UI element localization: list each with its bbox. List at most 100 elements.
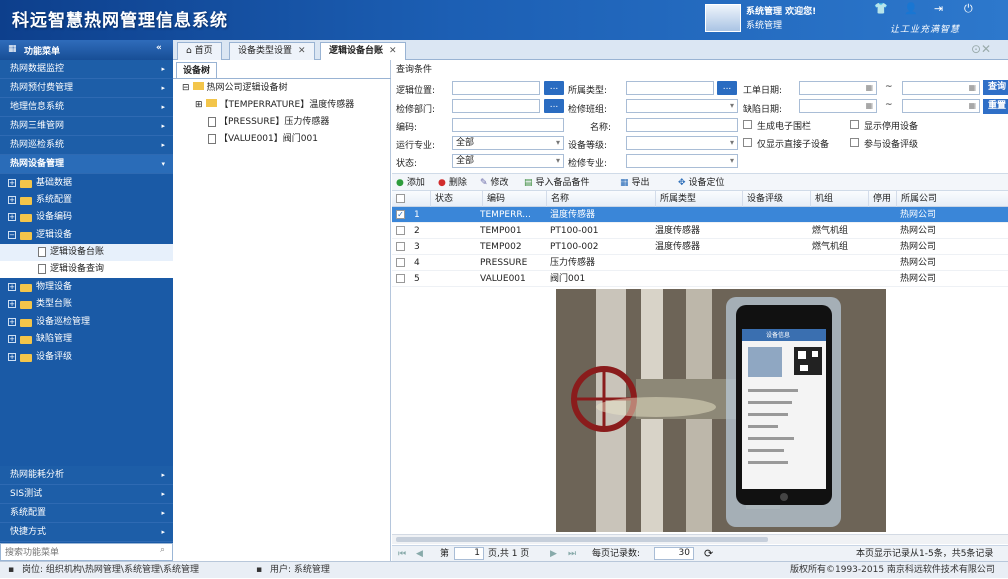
- prev-page-icon[interactable]: ◀: [416, 546, 423, 562]
- show-disabled-checkbox[interactable]: [850, 120, 859, 129]
- tab-home[interactable]: ⌂ 首页: [177, 42, 222, 60]
- location-picker-button[interactable]: ...: [544, 81, 564, 95]
- close-all-icon[interactable]: ⊙✕: [971, 42, 991, 56]
- repair-major-select[interactable]: [626, 154, 738, 168]
- tree-item-logic-query[interactable]: 逻辑设备查询: [0, 261, 173, 278]
- tab-device-type[interactable]: 设备类型设置 ✕: [229, 42, 315, 60]
- exit-icon[interactable]: ⏻: [964, 2, 973, 16]
- expand-icon[interactable]: +: [8, 353, 16, 361]
- tree-root[interactable]: ⊟ 热网公司逻辑设备树: [182, 80, 288, 97]
- dept-input[interactable]: [452, 99, 540, 113]
- collapse-icon[interactable]: «: [156, 43, 162, 53]
- logout-icon[interactable]: ⇥: [934, 2, 943, 15]
- col-type[interactable]: 所属类型: [655, 191, 696, 207]
- tree-item-code[interactable]: + 设备编码: [0, 209, 173, 226]
- table-row[interactable]: 3 TEMP002 PT100-002 温度传感器 燃气机组 热网公司: [392, 239, 1008, 255]
- row-checkbox[interactable]: ✓: [396, 210, 405, 219]
- col-company[interactable]: 所属公司: [896, 191, 937, 207]
- tree-item-logic-ledger[interactable]: 逻辑设备台账: [0, 244, 173, 261]
- sidebar-item-sysconfig[interactable]: 系统配置 ▸: [0, 504, 173, 523]
- tree-item-defect[interactable]: + 缺陷管理: [0, 331, 173, 348]
- col-rating[interactable]: 设备评级: [742, 191, 783, 207]
- tree-node[interactable]: 【PRESSURE】压力传感器: [208, 114, 329, 131]
- expand-icon[interactable]: +: [8, 300, 16, 308]
- page-input[interactable]: 1: [454, 547, 484, 560]
- level-select[interactable]: [626, 136, 738, 150]
- sidebar-search-input[interactable]: [0, 543, 173, 561]
- expand-icon[interactable]: +: [8, 179, 16, 187]
- defect-date-from[interactable]: [799, 99, 877, 113]
- tree-node[interactable]: 【VALUE001】阀门001: [208, 131, 318, 148]
- sidebar-item-3d[interactable]: 热网三维管网 ▸: [0, 117, 173, 136]
- sidebar-item-equipment[interactable]: 热网设备管理 ▾: [0, 155, 173, 174]
- close-icon[interactable]: ✕: [298, 46, 306, 56]
- direct-child-checkbox[interactable]: [743, 138, 752, 147]
- reset-button[interactable]: 重置: [983, 99, 1008, 114]
- sidebar-item-shortcut[interactable]: 快捷方式 ▸: [0, 523, 173, 542]
- expand-icon[interactable]: +: [8, 283, 16, 291]
- defect-date-to[interactable]: [902, 99, 980, 113]
- scroll-thumb[interactable]: [396, 537, 768, 542]
- tree-node[interactable]: ⊞ 【TEMPERRATURE】温度传感器: [195, 97, 354, 114]
- expand-icon[interactable]: +: [8, 213, 16, 221]
- refresh-icon[interactable]: ⟳: [704, 546, 713, 562]
- col-disabled[interactable]: 停用: [868, 191, 891, 207]
- user-icon[interactable]: 👤: [904, 2, 918, 15]
- locate-button[interactable]: ✥ 设备定位: [678, 174, 725, 192]
- tab-logic-ledger[interactable]: 逻辑设备台账 ✕: [320, 42, 406, 60]
- work-date-to[interactable]: [902, 81, 980, 95]
- col-name[interactable]: 名称: [546, 191, 569, 207]
- col-code[interactable]: 编码: [482, 191, 505, 207]
- search-button[interactable]: 查询: [983, 80, 1008, 95]
- tab-device-tree[interactable]: 设备树: [176, 62, 218, 78]
- tree-item-physical[interactable]: + 物理设备: [0, 279, 173, 296]
- first-page-icon[interactable]: ⏮: [398, 546, 406, 562]
- expand-icon[interactable]: +: [8, 335, 16, 343]
- row-checkbox[interactable]: [396, 226, 405, 235]
- row-checkbox[interactable]: [396, 242, 405, 251]
- location-input[interactable]: [452, 81, 540, 95]
- tree-item-logic[interactable]: − 逻辑设备: [0, 227, 173, 244]
- type-picker-button[interactable]: ...: [717, 81, 737, 95]
- delete-button[interactable]: ● 删除: [438, 174, 467, 192]
- search-icon[interactable]: ⌕: [160, 545, 165, 555]
- sidebar-item-energy[interactable]: 热网能耗分析 ▸: [0, 466, 173, 485]
- expand-icon[interactable]: +: [8, 196, 16, 204]
- fence-checkbox[interactable]: [743, 120, 752, 129]
- edit-button[interactable]: ✎ 修改: [480, 174, 509, 192]
- sidebar-item-sis[interactable]: SIS测试 ▸: [0, 485, 173, 504]
- tree-item-inspection[interactable]: + 设备巡检管理: [0, 314, 173, 331]
- last-page-icon[interactable]: ⏭: [568, 546, 576, 562]
- table-row[interactable]: 5 VALUE001 阀门001 热网公司: [392, 271, 1008, 287]
- shirt-icon[interactable]: 👕: [874, 2, 888, 15]
- team-select[interactable]: [626, 99, 738, 113]
- name-input[interactable]: [626, 118, 738, 132]
- sidebar-item-patrol[interactable]: 热网巡检系统 ▸: [0, 136, 173, 155]
- sidebar-item-monitor[interactable]: 热网数据监控 ▸: [0, 60, 173, 79]
- status-select[interactable]: 全部: [452, 154, 564, 168]
- add-button[interactable]: ● 添加: [396, 174, 425, 192]
- row-checkbox[interactable]: [396, 258, 405, 267]
- row-checkbox[interactable]: [396, 274, 405, 283]
- table-row[interactable]: 4 PRESSURE 压力传感器 热网公司: [392, 255, 1008, 271]
- major-select[interactable]: 全部: [452, 136, 564, 150]
- col-status[interactable]: 状态: [430, 191, 453, 207]
- next-page-icon[interactable]: ▶: [550, 546, 557, 562]
- tree-item-rating[interactable]: + 设备评级: [0, 349, 173, 366]
- table-row[interactable]: ✓ 1 TEMPERR... 温度传感器 热网公司: [392, 207, 1008, 223]
- collapse-node-icon[interactable]: −: [8, 231, 16, 239]
- export-button[interactable]: ▦ 导出: [620, 174, 650, 192]
- sidebar-item-gis[interactable]: 地理信息系统 ▸: [0, 98, 173, 117]
- expand-icon[interactable]: +: [8, 318, 16, 326]
- col-unit[interactable]: 机组: [810, 191, 833, 207]
- tree-item-sysconf[interactable]: + 系统配置: [0, 192, 173, 209]
- select-all-checkbox[interactable]: [396, 194, 405, 203]
- expand-icon[interactable]: ⊞: [195, 100, 203, 110]
- type-input[interactable]: [626, 81, 714, 95]
- close-icon[interactable]: ✕: [389, 46, 397, 56]
- horizontal-scrollbar[interactable]: [392, 534, 1008, 544]
- work-date-from[interactable]: [799, 81, 877, 95]
- collapse-node-icon[interactable]: ⊟: [182, 83, 190, 93]
- import-button[interactable]: ▤ 导入备品备件: [524, 174, 590, 192]
- per-page-input[interactable]: 30: [654, 547, 694, 560]
